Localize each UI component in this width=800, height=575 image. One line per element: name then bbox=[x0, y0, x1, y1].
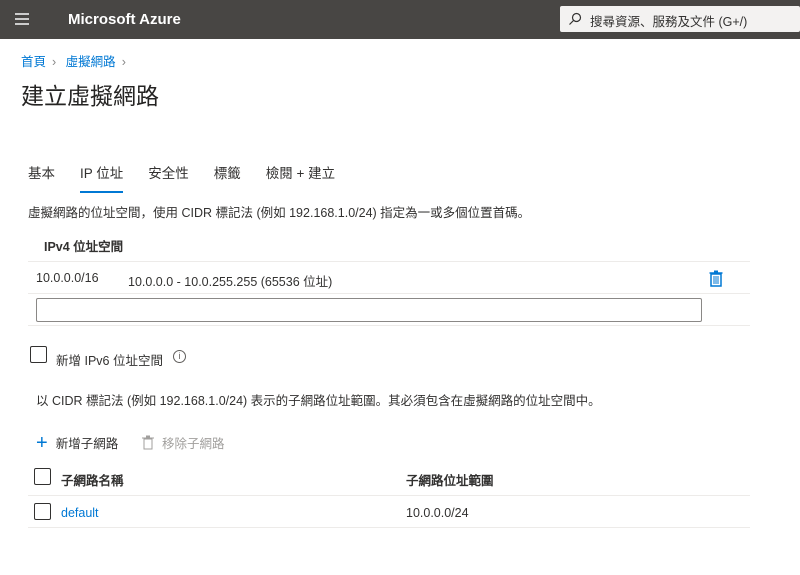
column-header-range[interactable]: 子網路位址範圍 bbox=[406, 470, 494, 489]
tab-security[interactable]: 安全性 bbox=[148, 162, 189, 193]
breadcrumb: 首頁 › 虛擬網路 › bbox=[21, 51, 132, 70]
page-title: 建立虛擬網路 bbox=[21, 83, 159, 109]
tab-review-create[interactable]: 檢閱 + 建立 bbox=[266, 162, 335, 193]
address-range: 10.0.0.0 - 10.0.255.255 (65536 位址) bbox=[128, 275, 333, 289]
delete-icon[interactable] bbox=[709, 270, 723, 287]
remove-subnet-label: 移除子網路 bbox=[162, 437, 225, 451]
search-placeholder: 搜尋資源、服務及文件 (G+/) bbox=[590, 15, 748, 29]
chevron-right-icon: › bbox=[121, 55, 126, 69]
chevron-right-icon: › bbox=[52, 55, 57, 69]
select-all-checkbox[interactable] bbox=[34, 468, 51, 485]
search-icon bbox=[569, 12, 582, 25]
top-bar: Microsoft Azure 搜尋資源、服務及文件 (G+/) bbox=[0, 0, 800, 39]
address-row: 10.0.0.0/16 10.0.0.0 - 10.0.255.255 (655… bbox=[36, 271, 332, 289]
breadcrumb-home[interactable]: 首頁 bbox=[21, 55, 46, 69]
trash-icon bbox=[142, 435, 154, 450]
tab-ip-addresses[interactable]: IP 位址 bbox=[80, 162, 124, 193]
search-input[interactable]: 搜尋資源、服務及文件 (G+/) bbox=[560, 6, 800, 32]
add-subnet-label: 新增子網路 bbox=[55, 437, 119, 451]
add-subnet-button[interactable]: + 新增子網路 bbox=[36, 431, 119, 454]
subnet-range: 10.0.0.0/24 bbox=[406, 506, 469, 520]
ipv6-label: 新增 IPv6 位址空間 bbox=[56, 354, 163, 368]
row-checkbox[interactable] bbox=[34, 503, 51, 520]
plus-icon: + bbox=[36, 431, 48, 454]
divider bbox=[28, 527, 750, 528]
breadcrumb-vnet[interactable]: 虛擬網路 bbox=[66, 55, 116, 69]
address-space-description: 虛擬網路的位址空間，使用 CIDR 標記法 (例如 192.168.1.0/24… bbox=[28, 206, 531, 220]
tab-basics[interactable]: 基本 bbox=[28, 162, 55, 193]
tab-tags[interactable]: 標籤 bbox=[214, 162, 241, 193]
address-cidr: 10.0.0.0/16 bbox=[36, 271, 99, 285]
brand-title[interactable]: Microsoft Azure bbox=[68, 11, 181, 28]
subnet-description: 以 CIDR 標記法 (例如 192.168.1.0/24) 表示的子網路位址範… bbox=[36, 394, 601, 408]
divider bbox=[28, 325, 750, 326]
column-header-name[interactable]: 子網路名稱 bbox=[61, 470, 124, 489]
remove-subnet-button[interactable]: 移除子網路 bbox=[142, 433, 225, 452]
info-icon[interactable]: i bbox=[173, 350, 186, 363]
divider bbox=[28, 261, 750, 262]
ipv6-checkbox[interactable] bbox=[30, 346, 47, 363]
subnet-name-link[interactable]: default bbox=[61, 506, 99, 520]
divider bbox=[28, 293, 750, 294]
ipv4-header: IPv4 位址空間 bbox=[44, 240, 124, 254]
divider bbox=[28, 495, 750, 496]
menu-icon[interactable] bbox=[15, 13, 29, 25]
tab-bar: 基本 IP 位址 安全性 標籤 檢閱 + 建立 bbox=[28, 162, 335, 193]
address-space-input[interactable] bbox=[36, 298, 702, 322]
